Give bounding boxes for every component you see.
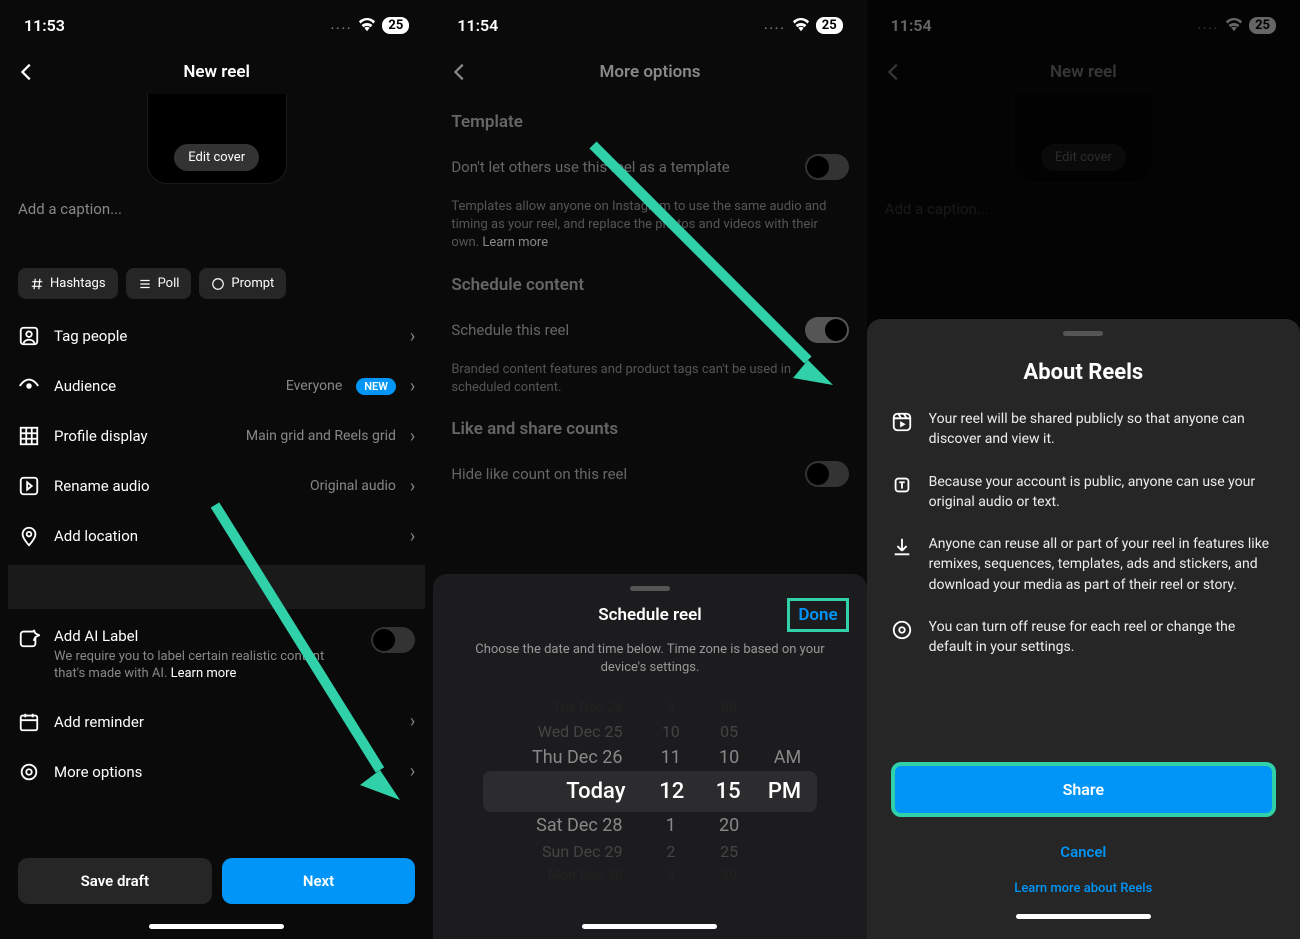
share-button[interactable]: Share: [891, 762, 1276, 817]
chip-row: Hashtags Poll Prompt: [0, 268, 433, 311]
schedule-sheet: Schedule reel Done Choose the date and t…: [433, 574, 866, 939]
battery-icon: 25: [816, 17, 843, 34]
chevron-right-icon: ›: [410, 326, 415, 347]
header: More options: [433, 50, 866, 94]
sheet-grabber[interactable]: [1063, 331, 1103, 336]
edit-cover-button[interactable]: Edit cover: [174, 144, 259, 171]
sheet-description: Choose the date and time below. Time zon…: [433, 635, 866, 697]
screen-2: 11:54 .... 25 More options Template Don'…: [433, 0, 866, 939]
text-copy-icon: [891, 474, 913, 496]
sheet-grabber[interactable]: [630, 586, 670, 591]
header: New reel: [0, 50, 433, 94]
grid-icon: [18, 425, 40, 447]
learn-more-link[interactable]: Learn more: [482, 235, 548, 250]
add-location-row[interactable]: Add location ›: [0, 511, 433, 561]
eye-icon: [18, 375, 40, 397]
more-options-row[interactable]: More options ›: [0, 747, 433, 797]
home-indicator[interactable]: [149, 924, 284, 929]
about-reels-sheet: About Reels Your reel will be shared pub…: [867, 319, 1300, 939]
about-title: About Reels: [891, 360, 1276, 385]
location-icon: [18, 525, 40, 547]
tag-people-row[interactable]: Tag people ›: [0, 311, 433, 361]
chevron-right-icon: ›: [410, 761, 415, 782]
sheet-title: Schedule reel: [598, 605, 701, 625]
cell-dots-icon: ....: [764, 18, 786, 32]
prompt-icon: [211, 277, 225, 291]
status-right: .... 25: [331, 17, 410, 34]
next-button[interactable]: Next: [222, 858, 416, 904]
back-button[interactable]: [449, 60, 473, 84]
template-toggle[interactable]: [805, 154, 849, 180]
learn-more-link[interactable]: Learn more: [171, 666, 237, 681]
new-badge: NEW: [356, 378, 396, 395]
battery-icon: 25: [382, 17, 409, 34]
screen-3: 11:54 .... 25 New reel Edit cover Add a …: [867, 0, 1300, 939]
settings-icon: [891, 619, 913, 641]
home-indicator[interactable]: [1016, 914, 1151, 919]
template-heading: Template: [433, 94, 866, 140]
chevron-right-icon: ›: [410, 526, 415, 547]
prompt-chip[interactable]: Prompt: [199, 268, 286, 299]
wifi-icon: [358, 18, 376, 32]
hide-likes-toggle[interactable]: [805, 461, 849, 487]
schedule-toggle[interactable]: [805, 317, 849, 343]
ai-label-toggle[interactable]: [371, 627, 415, 653]
save-draft-button[interactable]: Save draft: [18, 858, 212, 904]
caption-input[interactable]: Add a caption...: [0, 200, 433, 268]
divider: [8, 565, 425, 609]
cancel-button[interactable]: Cancel: [891, 833, 1276, 871]
home-indicator[interactable]: [582, 924, 717, 929]
screen-1: 11:53 .... 25 New reel Edit cover Add a …: [0, 0, 433, 939]
hashtags-chip[interactable]: Hashtags: [18, 268, 118, 299]
page-title: More options: [599, 62, 700, 82]
hashtag-icon: [30, 277, 44, 291]
status-time: 11:53: [24, 16, 65, 35]
calendar-icon: [18, 711, 40, 733]
chevron-right-icon: ›: [410, 376, 415, 397]
ai-label-row[interactable]: Add AI Label We require you to label cer…: [0, 613, 433, 697]
gear-icon: [18, 761, 40, 783]
done-button[interactable]: Done: [787, 598, 848, 632]
reels-icon: [891, 411, 913, 433]
chevron-right-icon: ›: [410, 711, 415, 732]
date-time-picker[interactable]: Tue Dec 24900 Wed Dec 251005 Thu Dec 261…: [433, 697, 866, 916]
add-reminder-row[interactable]: Add reminder ›: [0, 697, 433, 747]
back-button[interactable]: [16, 60, 40, 84]
audience-row[interactable]: Audience Everyone NEW ›: [0, 361, 433, 411]
button-row: Save draft Next: [0, 846, 433, 916]
hide-likes-row: Hide like count on this reel: [433, 447, 866, 501]
page-title: New reel: [183, 62, 250, 82]
chevron-right-icon: ›: [410, 426, 415, 447]
rename-audio-row[interactable]: Rename audio Original audio ›: [0, 461, 433, 511]
wifi-icon: [792, 18, 810, 32]
download-icon: [891, 536, 913, 558]
chevron-right-icon: ›: [410, 476, 415, 497]
learn-more-reels-link[interactable]: Learn more about Reels: [891, 871, 1276, 906]
status-time: 11:54: [457, 16, 498, 35]
poll-chip[interactable]: Poll: [126, 268, 192, 299]
status-bar: 11:53 .... 25: [0, 0, 433, 50]
schedule-heading: Schedule content: [433, 257, 866, 303]
person-icon: [18, 325, 40, 347]
cover-preview: Edit cover: [0, 94, 433, 200]
audio-icon: [18, 475, 40, 497]
schedule-toggle-row: Schedule this reel: [433, 303, 866, 357]
profile-display-row[interactable]: Profile display Main grid and Reels grid…: [0, 411, 433, 461]
likes-heading: Like and share counts: [433, 401, 866, 447]
template-toggle-row: Don't let others use this reel as a temp…: [433, 140, 866, 194]
cell-dots-icon: ....: [331, 18, 353, 32]
status-bar: 11:54 .... 25: [433, 0, 866, 50]
list-icon: [138, 277, 152, 291]
sparkle-icon: [18, 627, 40, 649]
